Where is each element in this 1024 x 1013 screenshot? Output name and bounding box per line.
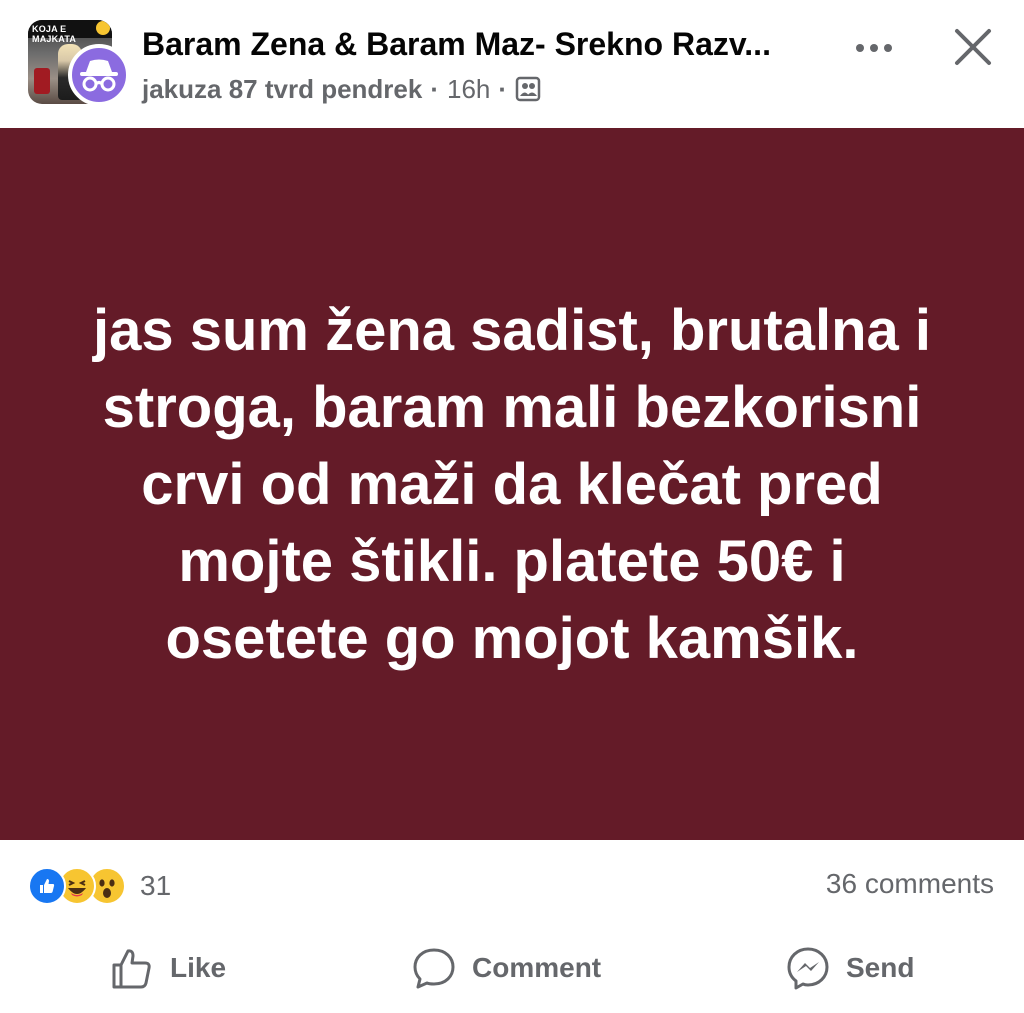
comment-button[interactable]: Comment xyxy=(410,938,601,998)
author-name[interactable]: jakuza 87 tvrd pendrek xyxy=(142,74,422,105)
incognito-icon xyxy=(80,59,118,92)
send-button[interactable]: Send xyxy=(784,938,914,998)
action-bar: Like Comment Send xyxy=(0,938,1024,998)
separator: · xyxy=(430,73,440,104)
more-icon xyxy=(856,44,864,52)
group-avatar-detail xyxy=(34,68,50,94)
comment-label: Comment xyxy=(472,952,602,983)
like-label: Like xyxy=(170,952,227,983)
group-members-icon xyxy=(515,76,541,102)
comments-count[interactable]: 36 comments xyxy=(826,868,994,900)
post-content[interactable]: jas sum žena sadist, brutalna i stroga, … xyxy=(0,128,1024,840)
reaction-count: 31 xyxy=(140,870,172,901)
group-title[interactable]: Baram Zena & Baram Maz- Srekno Razv... xyxy=(142,26,842,63)
like-icon xyxy=(28,867,66,905)
post-meta: jakuza 87 tvrd pendrek · 16h · xyxy=(142,73,541,105)
reactions-summary[interactable]: 31 xyxy=(28,866,171,906)
send-label: Send xyxy=(846,952,915,983)
comment-icon xyxy=(413,948,455,989)
post-text: jas sum žena sadist, brutalna i stroga, … xyxy=(92,297,932,671)
separator: · xyxy=(498,73,508,104)
post-time[interactable]: 16h xyxy=(447,74,490,105)
emoji-icon xyxy=(96,21,110,35)
anonymous-user-avatar[interactable] xyxy=(68,44,130,106)
post-header: KOJA E MAJKATA Baram Zena & Baram Maz- S… xyxy=(0,0,1024,128)
close-icon[interactable] xyxy=(950,24,996,70)
like-button[interactable]: Like xyxy=(108,938,226,998)
more-options-button[interactable] xyxy=(848,28,900,68)
messenger-icon xyxy=(787,947,829,990)
thumbs-up-icon xyxy=(112,949,151,989)
